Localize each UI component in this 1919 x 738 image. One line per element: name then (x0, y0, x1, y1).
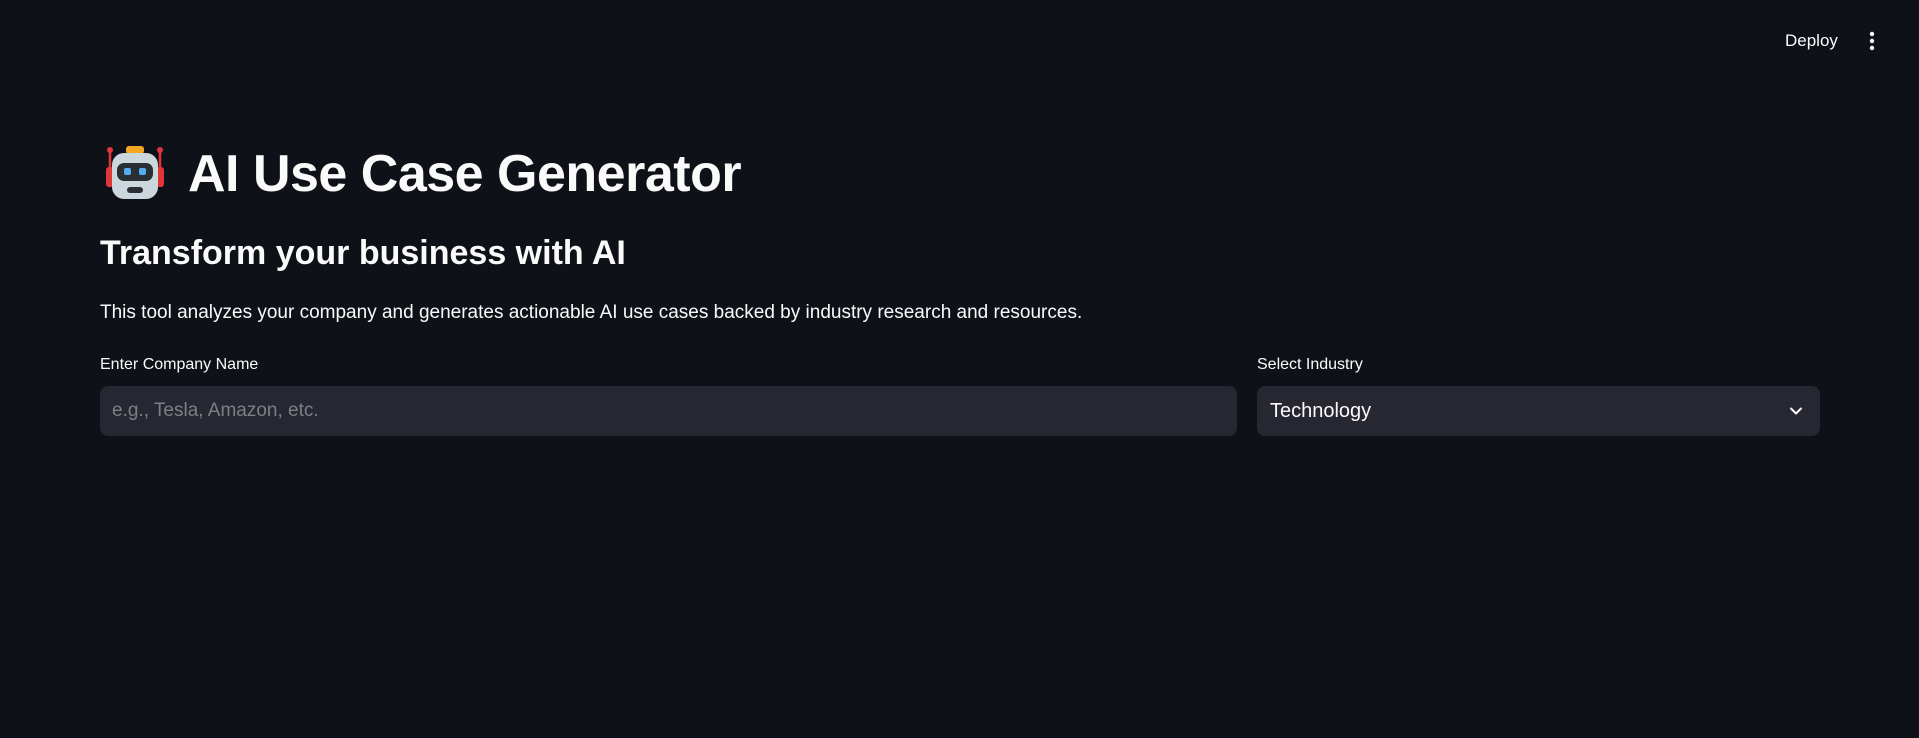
title-row: AI Use Case Generator (100, 140, 742, 208)
chevron-down-icon (1786, 401, 1806, 421)
robot-icon (106, 146, 164, 199)
industry-selected-value: Technology (1270, 399, 1372, 422)
page-title: AI Use Case Generator (188, 145, 742, 203)
page-subtitle: Transform your business with AI (100, 234, 626, 272)
company-name-label: Enter Company Name (100, 356, 259, 373)
header-toolbar: Deploy (0, 0, 1919, 82)
deploy-button[interactable]: Deploy (1773, 24, 1850, 58)
page-description: This tool analyzes your company and gene… (100, 302, 1083, 323)
company-name-input[interactable] (100, 386, 1237, 436)
industry-label: Select Industry (1257, 356, 1363, 373)
industry-select[interactable]: Technology (1257, 386, 1820, 436)
main-menu-button[interactable] (1858, 24, 1886, 58)
vertical-dots-icon (1869, 31, 1875, 51)
